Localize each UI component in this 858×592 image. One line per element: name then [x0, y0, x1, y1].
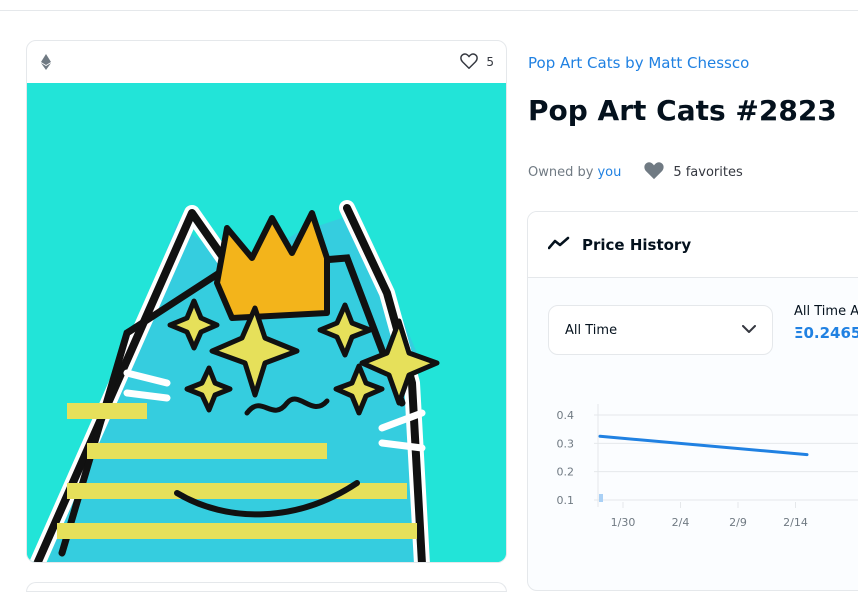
ethereum-icon	[39, 54, 53, 70]
favorites-count: 5	[486, 55, 494, 69]
price-history-label: Price History	[582, 235, 692, 254]
x-tick-label: 2/4	[672, 516, 690, 529]
y-tick-label: 0.1	[557, 494, 575, 507]
ownership-row: Owned by you 5 favorites	[528, 161, 743, 184]
owned-by-label: Owned by	[528, 165, 594, 180]
chevron-down-icon	[742, 323, 756, 338]
price-history-panel: Price History All Time All Time Av Ξ0.24…	[527, 211, 858, 591]
top-divider	[0, 10, 858, 11]
asset-title: Pop Art Cats #2823	[528, 94, 837, 127]
price-history-header[interactable]: Price History	[528, 212, 858, 278]
trending-line-icon	[547, 235, 570, 254]
owner-link[interactable]: you	[597, 165, 621, 180]
all-time-avg-value: Ξ0.2465	[794, 324, 858, 342]
favorites-label: 5 favorites	[673, 165, 743, 180]
volume-bar	[599, 494, 603, 502]
asset-card: 5	[26, 40, 507, 563]
y-tick-label: 0.4	[557, 409, 575, 422]
x-tick-label: 2/9	[729, 516, 747, 529]
all-time-avg-label: All Time Av	[794, 304, 858, 319]
favorite-button[interactable]: 5	[460, 52, 494, 72]
asset-card-header: 5	[27, 41, 506, 83]
price-series-line	[598, 434, 809, 457]
card-below-edge	[26, 582, 507, 592]
collection-link[interactable]: Pop Art Cats by Matt Chessco	[528, 54, 749, 72]
period-select[interactable]: All Time	[548, 305, 773, 355]
x-tick-label: 1/30	[611, 516, 636, 529]
asset-image[interactable]	[27, 83, 506, 562]
x-tick-label: 2/14	[783, 516, 808, 529]
y-tick-label: 0.2	[557, 466, 575, 479]
heart-filled-icon	[643, 161, 665, 184]
favorites-info[interactable]: 5 favorites	[643, 161, 743, 184]
period-select-value: All Time	[565, 322, 618, 338]
y-tick-label: 0.3	[557, 437, 575, 450]
heart-outline-icon[interactable]	[460, 52, 479, 72]
price-history-chart: 0.4 0.3 0.2 0.1 1/30 2/4 2/9 2/14	[557, 404, 858, 529]
